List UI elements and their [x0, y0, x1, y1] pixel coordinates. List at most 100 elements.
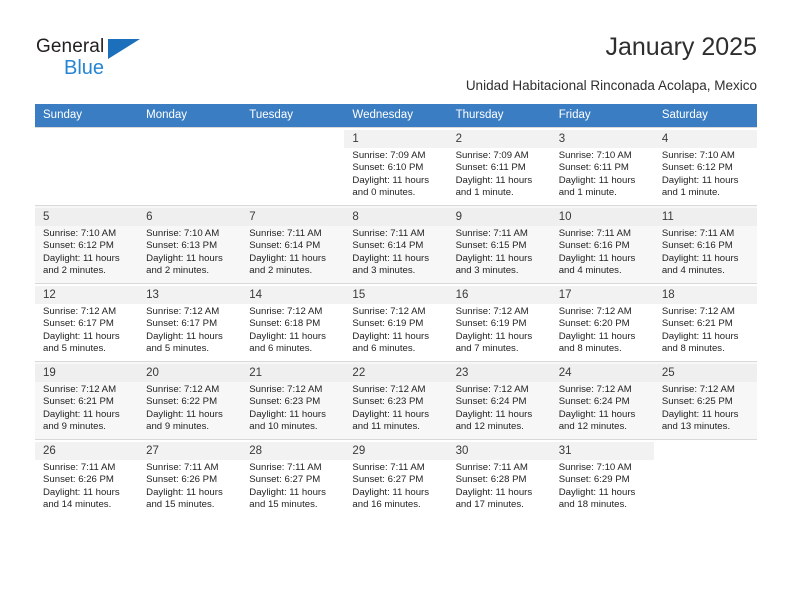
day-info: Sunrise: 7:12 AM Sunset: 6:17 PM Daylight:… — [146, 306, 234, 356]
calendar-header-row: Sunday Monday Tuesday Wednesday Thursday… — [35, 104, 757, 127]
sunset-text: Sunset: 6:11 PM — [455, 162, 526, 174]
calendar-cell-body: 7 Sunrise: 7:11 AM Sunset: 6:14 PM Daylight… — [241, 205, 345, 283]
daylight-text: Daylight: 11 hours and 0 minutes. — [352, 174, 430, 199]
sunrise-text: Sunrise: 7:12 AM — [352, 384, 426, 395]
sunset-text: Sunset: 6:23 PM — [352, 396, 424, 408]
sunrise-text: Sunrise: 7:12 AM — [558, 384, 632, 395]
calendar-day-cell[interactable]: 11 Sunrise: 7:11 AM Sunset: 6:16 PM Dayligh… — [653, 205, 757, 283]
calendar-cell-body: 10 Sunrise: 7:11 AM Sunset: 6:16 PM Dayligh… — [550, 205, 654, 283]
calendar-day-cell[interactable]: 3 Sunrise: 7:10 AM Sunset: 6:11 PM Daylight… — [550, 127, 654, 205]
day-info: Sunrise: 7:09 AM Sunset: 6:11 PM Daylight:… — [456, 150, 544, 200]
day-info: Sunrise: 7:12 AM Sunset: 6:24 PM Daylight:… — [559, 384, 647, 434]
weekday-header-sunday: Sunday — [35, 104, 139, 127]
calendar-day-cell[interactable]: 30 Sunrise: 7:11 AM Sunset: 6:28 PM Dayligh… — [447, 439, 551, 517]
calendar-day-cell[interactable]: 1 Sunrise: 7:09 AM Sunset: 6:10 PM Daylight… — [344, 127, 448, 205]
calendar-body: 1 Sunrise: 7:09 AM Sunset: 6:10 PM Daylight… — [35, 127, 757, 517]
calendar-day-cell[interactable]: 21 Sunrise: 7:12 AM Sunset: 6:23 PM Dayligh… — [241, 361, 345, 439]
calendar-cell-inner: 20 Sunrise: 7:12 AM Sunset: 6:22 PM Dayligh… — [138, 362, 242, 434]
sunrise-text: Sunrise: 7:10 AM — [43, 228, 117, 239]
sunset-text: Sunset: 6:11 PM — [558, 162, 629, 174]
day-number: 24 — [550, 364, 654, 382]
sunrise-text: Sunrise: 7:12 AM — [146, 306, 220, 317]
day-info: Sunrise: 7:12 AM Sunset: 6:17 PM Daylight:… — [43, 306, 131, 356]
calendar-day-cell[interactable]: 19 Sunrise: 7:12 AM Sunset: 6:21 PM Dayligh… — [35, 361, 139, 439]
sunset-text: Sunset: 6:21 PM — [661, 318, 733, 330]
calendar-cell-inner: 21 Sunrise: 7:12 AM Sunset: 6:23 PM Dayligh… — [241, 362, 345, 434]
sunrise-text: Sunrise: 7:12 AM — [249, 306, 323, 317]
calendar-day-cell[interactable]: 27 Sunrise: 7:11 AM Sunset: 6:26 PM Dayligh… — [138, 439, 242, 517]
calendar-cell-body: 21 Sunrise: 7:12 AM Sunset: 6:23 PM Dayligh… — [241, 361, 345, 439]
day-number: 13 — [138, 286, 242, 304]
sunset-text: Sunset: 6:12 PM — [43, 240, 114, 252]
calendar-cell-body: 14 Sunrise: 7:12 AM Sunset: 6:18 PM Dayligh… — [241, 283, 345, 361]
sunset-text: Sunset: 6:15 PM — [455, 240, 527, 252]
calendar-cell-body: 2 Sunrise: 7:09 AM Sunset: 6:11 PM Daylight… — [447, 127, 551, 205]
daylight-text: Daylight: 11 hours and 1 minute. — [558, 174, 636, 199]
calendar-cell-body: 22 Sunrise: 7:12 AM Sunset: 6:23 PM Dayligh… — [344, 361, 448, 439]
calendar-cell-inner: 1 Sunrise: 7:09 AM Sunset: 6:10 PM Daylight… — [344, 128, 448, 200]
calendar-cell-body: 8 Sunrise: 7:11 AM Sunset: 6:14 PM Daylight… — [344, 205, 448, 283]
weekday-header-saturday: Saturday — [653, 104, 757, 127]
calendar-day-cell[interactable]: 7 Sunrise: 7:11 AM Sunset: 6:14 PM Daylight… — [241, 205, 345, 283]
calendar-day-cell[interactable]: 18 Sunrise: 7:12 AM Sunset: 6:21 PM Dayligh… — [653, 283, 757, 361]
daylight-text: Daylight: 11 hours and 4 minutes. — [661, 252, 739, 277]
sunrise-text: Sunrise: 7:12 AM — [249, 384, 323, 395]
calendar-cell-inner: 16 Sunrise: 7:12 AM Sunset: 6:19 PM Dayligh… — [447, 284, 551, 356]
calendar-cell-inner: 8 Sunrise: 7:11 AM Sunset: 6:14 PM Daylight… — [344, 206, 448, 278]
day-info: Sunrise: 7:10 AM Sunset: 6:29 PM Daylight:… — [559, 462, 647, 512]
calendar-day-cell[interactable]: 5 Sunrise: 7:10 AM Sunset: 6:12 PM Daylight… — [35, 205, 139, 283]
calendar-cell-inner: 24 Sunrise: 7:12 AM Sunset: 6:24 PM Dayligh… — [550, 362, 654, 434]
calendar-cell-inner: 23 Sunrise: 7:12 AM Sunset: 6:24 PM Dayligh… — [447, 362, 551, 434]
sunrise-text: Sunrise: 7:12 AM — [43, 384, 117, 395]
calendar-day-cell[interactable]: 10 Sunrise: 7:11 AM Sunset: 6:16 PM Dayligh… — [550, 205, 654, 283]
daylight-text: Daylight: 11 hours and 9 minutes. — [43, 408, 120, 433]
calendar-day-cell[interactable]: 4 Sunrise: 7:10 AM Sunset: 6:12 PM Daylight… — [653, 127, 757, 205]
calendar-cell-inner: 18 Sunrise: 7:12 AM Sunset: 6:21 PM Dayligh… — [653, 284, 757, 356]
day-info: Sunrise: 7:11 AM Sunset: 6:16 PM Daylight:… — [662, 228, 750, 278]
calendar-day-cell[interactable]: 20 Sunrise: 7:12 AM Sunset: 6:22 PM Dayligh… — [138, 361, 242, 439]
calendar-day-cell[interactable]: 25 Sunrise: 7:12 AM Sunset: 6:25 PM Dayligh… — [653, 361, 757, 439]
calendar-day-cell[interactable]: 24 Sunrise: 7:12 AM Sunset: 6:24 PM Dayligh… — [550, 361, 654, 439]
calendar-cell-body: 24 Sunrise: 7:12 AM Sunset: 6:24 PM Dayligh… — [550, 361, 654, 439]
calendar-day-cell[interactable]: 31 Sunrise: 7:10 AM Sunset: 6:29 PM Dayligh… — [550, 439, 654, 517]
calendar-day-cell[interactable]: 29 Sunrise: 7:11 AM Sunset: 6:27 PM Dayligh… — [344, 439, 448, 517]
day-number: 2 — [447, 130, 551, 148]
daylight-text: Daylight: 11 hours and 17 minutes. — [455, 486, 533, 511]
calendar-cell-body: 28 Sunrise: 7:11 AM Sunset: 6:27 PM Dayligh… — [241, 439, 345, 517]
sunset-text: Sunset: 6:14 PM — [352, 240, 424, 252]
sunset-text: Sunset: 6:22 PM — [146, 396, 218, 408]
sunset-text: Sunset: 6:12 PM — [661, 162, 733, 174]
calendar-day-cell[interactable]: 14 Sunrise: 7:12 AM Sunset: 6:18 PM Dayligh… — [241, 283, 345, 361]
day-info: Sunrise: 7:10 AM Sunset: 6:11 PM Daylight:… — [559, 150, 647, 200]
calendar-day-cell[interactable]: 17 Sunrise: 7:12 AM Sunset: 6:20 PM Dayligh… — [550, 283, 654, 361]
calendar-day-cell[interactable]: 6 Sunrise: 7:10 AM Sunset: 6:13 PM Daylight… — [138, 205, 242, 283]
daylight-text: Daylight: 11 hours and 3 minutes. — [455, 252, 533, 277]
calendar-day-cell[interactable]: 12 Sunrise: 7:12 AM Sunset: 6:17 PM Dayligh… — [35, 283, 139, 361]
calendar-day-cell[interactable]: 23 Sunrise: 7:12 AM Sunset: 6:24 PM Dayligh… — [447, 361, 551, 439]
calendar-cell-inner: 12 Sunrise: 7:12 AM Sunset: 6:17 PM Dayligh… — [35, 284, 139, 356]
daylight-text: Daylight: 11 hours and 8 minutes. — [558, 330, 636, 355]
calendar-cell-body: 16 Sunrise: 7:12 AM Sunset: 6:19 PM Dayligh… — [447, 283, 551, 361]
day-number: 22 — [344, 364, 448, 382]
sunrise-text: Sunrise: 7:11 AM — [146, 462, 219, 473]
page-header: General Blue January 2025 Unidad Habitac… — [0, 0, 792, 104]
calendar-day-cell[interactable]: 15 Sunrise: 7:12 AM Sunset: 6:19 PM Dayligh… — [344, 283, 448, 361]
calendar-grid: Sunday Monday Tuesday Wednesday Thursday… — [35, 104, 757, 517]
calendar-day-cell[interactable]: 9 Sunrise: 7:11 AM Sunset: 6:15 PM Daylight… — [447, 205, 551, 283]
calendar-day-cell[interactable]: 26 Sunrise: 7:11 AM Sunset: 6:26 PM Dayligh… — [35, 439, 139, 517]
calendar-day-cell[interactable]: 28 Sunrise: 7:11 AM Sunset: 6:27 PM Dayligh… — [241, 439, 345, 517]
calendar-day-cell[interactable]: 2 Sunrise: 7:09 AM Sunset: 6:11 PM Daylight… — [447, 127, 551, 205]
day-number: 16 — [447, 286, 551, 304]
calendar-day-cell[interactable]: 13 Sunrise: 7:12 AM Sunset: 6:17 PM Dayligh… — [138, 283, 242, 361]
calendar-week-row: 5 Sunrise: 7:10 AM Sunset: 6:12 PM Daylight… — [35, 205, 757, 283]
sunset-text: Sunset: 6:19 PM — [352, 318, 424, 330]
day-number: 10 — [550, 208, 654, 226]
calendar-cell-inner: 7 Sunrise: 7:11 AM Sunset: 6:14 PM Daylight… — [241, 206, 345, 278]
daylight-text: Daylight: 11 hours and 13 minutes. — [661, 408, 739, 433]
calendar-day-cell[interactable]: 16 Sunrise: 7:12 AM Sunset: 6:19 PM Dayligh… — [447, 283, 551, 361]
day-info: Sunrise: 7:09 AM Sunset: 6:10 PM Daylight:… — [352, 150, 440, 200]
calendar-day-cell[interactable]: 8 Sunrise: 7:11 AM Sunset: 6:14 PM Daylight… — [344, 205, 448, 283]
calendar-cell-body: 13 Sunrise: 7:12 AM Sunset: 6:17 PM Dayligh… — [138, 283, 242, 361]
day-number: 7 — [241, 208, 345, 226]
calendar-day-cell[interactable]: 22 Sunrise: 7:12 AM Sunset: 6:23 PM Dayligh… — [344, 361, 448, 439]
